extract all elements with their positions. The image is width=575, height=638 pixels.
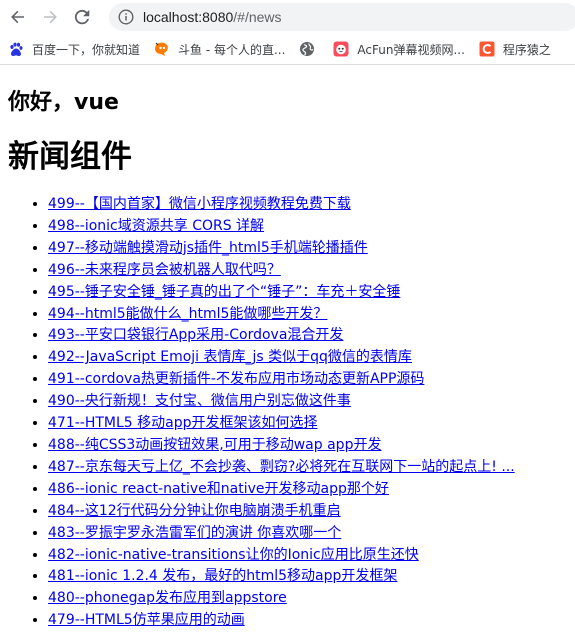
news-link[interactable]: 495--锤子安全锤_锤子真的出了个“锤子”：车充＋安全锤 (48, 284, 400, 300)
csdn-c-icon (479, 41, 495, 57)
list-item: 480--phonegap发布应用到appstore (48, 588, 567, 610)
list-item: 488--纯CSS3动画按钮效果,可用于移动wap app开发 (48, 435, 567, 457)
bookmarks-bar: 百度一下，你就知道 斗鱼 - 每个人的直... AcFun弹幕视频网... 程序… (0, 34, 575, 65)
list-item: 471--HTML5 移动app开发框架该如何选择 (48, 413, 567, 435)
address-bar[interactable]: localhost:8080/#/news (109, 3, 575, 31)
address-url: localhost:8080/#/news (143, 9, 282, 25)
news-link[interactable]: 493--平安口袋银行App采用-Cordova混合开发 (48, 327, 343, 343)
list-item: 482--ionic-native-transitions让你的Ionic应用比… (48, 545, 567, 567)
bookmark-csdn[interactable]: 程序猿之 (471, 37, 557, 61)
bookmark-douyu[interactable]: 斗鱼 - 每个人的直... (146, 37, 291, 61)
browser-toolbar: localhost:8080/#/news (0, 0, 575, 34)
news-link[interactable]: 488--纯CSS3动画按钮效果,可用于移动wap app开发 (48, 437, 381, 453)
list-item: 499--【国内首家】微信小程序视频教程免费下载 (48, 194, 567, 216)
url-path: /#/news (233, 9, 282, 25)
list-item: 493--平安口袋银行App采用-Cordova混合开发 (48, 325, 567, 347)
news-link[interactable]: 479--HTML5仿苹果应用的动画 (48, 612, 245, 628)
list-item: 483--罗振宇罗永浩雷军们的演讲 你喜欢哪一个 (48, 523, 567, 545)
douyu-icon (154, 41, 170, 57)
arrow-right-icon (44, 10, 57, 24)
news-link[interactable]: 494--html5能做什么_html5能做哪些开发？ (48, 306, 327, 322)
news-list: 499--【国内首家】微信小程序视频教程免费下载 498--ionic域资源共享 … (8, 194, 567, 632)
list-item: 486--ionic react-native和native开发移动app那个好 (48, 479, 567, 501)
site-info-icon[interactable] (118, 9, 134, 25)
bookmark-label: AcFun弹幕视频网... (357, 42, 465, 57)
bookmark-globe[interactable] (291, 37, 325, 61)
greeting-heading: 你好，vue (8, 90, 119, 115)
news-link[interactable]: 499--【国内首家】微信小程序视频教程免费下载 (48, 196, 351, 212)
reload-button[interactable] (68, 3, 96, 31)
baidu-paw-icon (8, 41, 24, 57)
news-link[interactable]: 487--京东每天亏上亿_不会抄袭、剽窃?必将死在互联网下一站的起点上! ... (48, 459, 515, 475)
bookmark-label: 百度一下，你就知道 (32, 42, 141, 57)
news-link[interactable]: 490--央行新规！支付宝、微信用户别忘做这件事 (48, 393, 351, 409)
news-link[interactable]: 481--ionic 1.2.4 发布，最好的html5移动app开发框架 (48, 568, 397, 584)
url-host: localhost:8080 (143, 9, 234, 25)
reload-icon (74, 9, 90, 25)
bookmark-label: 斗鱼 - 每个人的直... (178, 42, 286, 57)
globe-icon (299, 41, 315, 57)
list-item: 484--这12行代码分分钟让你电脑崩溃手机重启 (48, 501, 567, 523)
news-link[interactable]: 486--ionic react-native和native开发移动app那个好 (48, 481, 389, 497)
list-item: 492--JavaScript Emoji 表情库_js 类似于qq微信的表情库 (48, 347, 567, 369)
news-link[interactable]: 492--JavaScript Emoji 表情库_js 类似于qq微信的表情库 (48, 349, 412, 365)
arrow-left-icon (11, 10, 24, 24)
list-item: 494--html5能做什么_html5能做哪些开发？ (48, 304, 567, 326)
news-link[interactable]: 480--phonegap发布应用到appstore (48, 590, 287, 606)
bookmark-baidu[interactable]: 百度一下，你就知道 (0, 37, 146, 61)
list-item: 491--cordova热更新插件-不发布应用市场动态更新APP源码 (48, 369, 567, 391)
acfun-icon (333, 41, 349, 57)
list-item: 495--锤子安全锤_锤子真的出了个“锤子”：车充＋安全锤 (48, 282, 567, 304)
list-item: 481--ionic 1.2.4 发布，最好的html5移动app开发框架 (48, 566, 567, 588)
bookmark-acfun[interactable]: AcFun弹幕视频网... (325, 37, 471, 61)
list-item: 496--未来程序员会被机器人取代吗？ (48, 260, 567, 282)
forward-button[interactable] (36, 3, 64, 31)
list-item: 498--ionic域资源共享 CORS 详解 (48, 216, 567, 238)
news-link[interactable]: 496--未来程序员会被机器人取代吗？ (48, 262, 281, 278)
news-link[interactable]: 483--罗振宇罗永浩雷军们的演讲 你喜欢哪一个 (48, 525, 341, 541)
page-content: 你好，vue 新闻组件 499--【国内首家】微信小程序视频教程免费下载 498-… (0, 89, 575, 632)
list-item: 479--HTML5仿苹果应用的动画 (48, 610, 567, 632)
list-item: 497--移动端触摸滑动js插件_html5手机端轮播插件 (48, 238, 567, 260)
news-link[interactable]: 471--HTML5 移动app开发框架该如何选择 (48, 415, 318, 431)
bookmark-label: 程序猿之 (502, 42, 551, 57)
back-button[interactable] (4, 3, 32, 31)
news-link[interactable]: 484--这12行代码分分钟让你电脑崩溃手机重启 (48, 503, 341, 519)
news-link[interactable]: 497--移动端触摸滑动js插件_html5手机端轮播插件 (48, 240, 368, 256)
news-link[interactable]: 482--ionic-native-transitions让你的Ionic应用比… (48, 547, 419, 563)
page-title: 新闻组件 (8, 139, 132, 175)
list-item: 490--央行新规！支付宝、微信用户别忘做这件事 (48, 391, 567, 413)
list-item: 487--京东每天亏上亿_不会抄袭、剽窃?必将死在互联网下一站的起点上! ... (48, 457, 567, 479)
news-link[interactable]: 498--ionic域资源共享 CORS 详解 (48, 218, 264, 234)
news-link[interactable]: 491--cordova热更新插件-不发布应用市场动态更新APP源码 (48, 371, 424, 387)
